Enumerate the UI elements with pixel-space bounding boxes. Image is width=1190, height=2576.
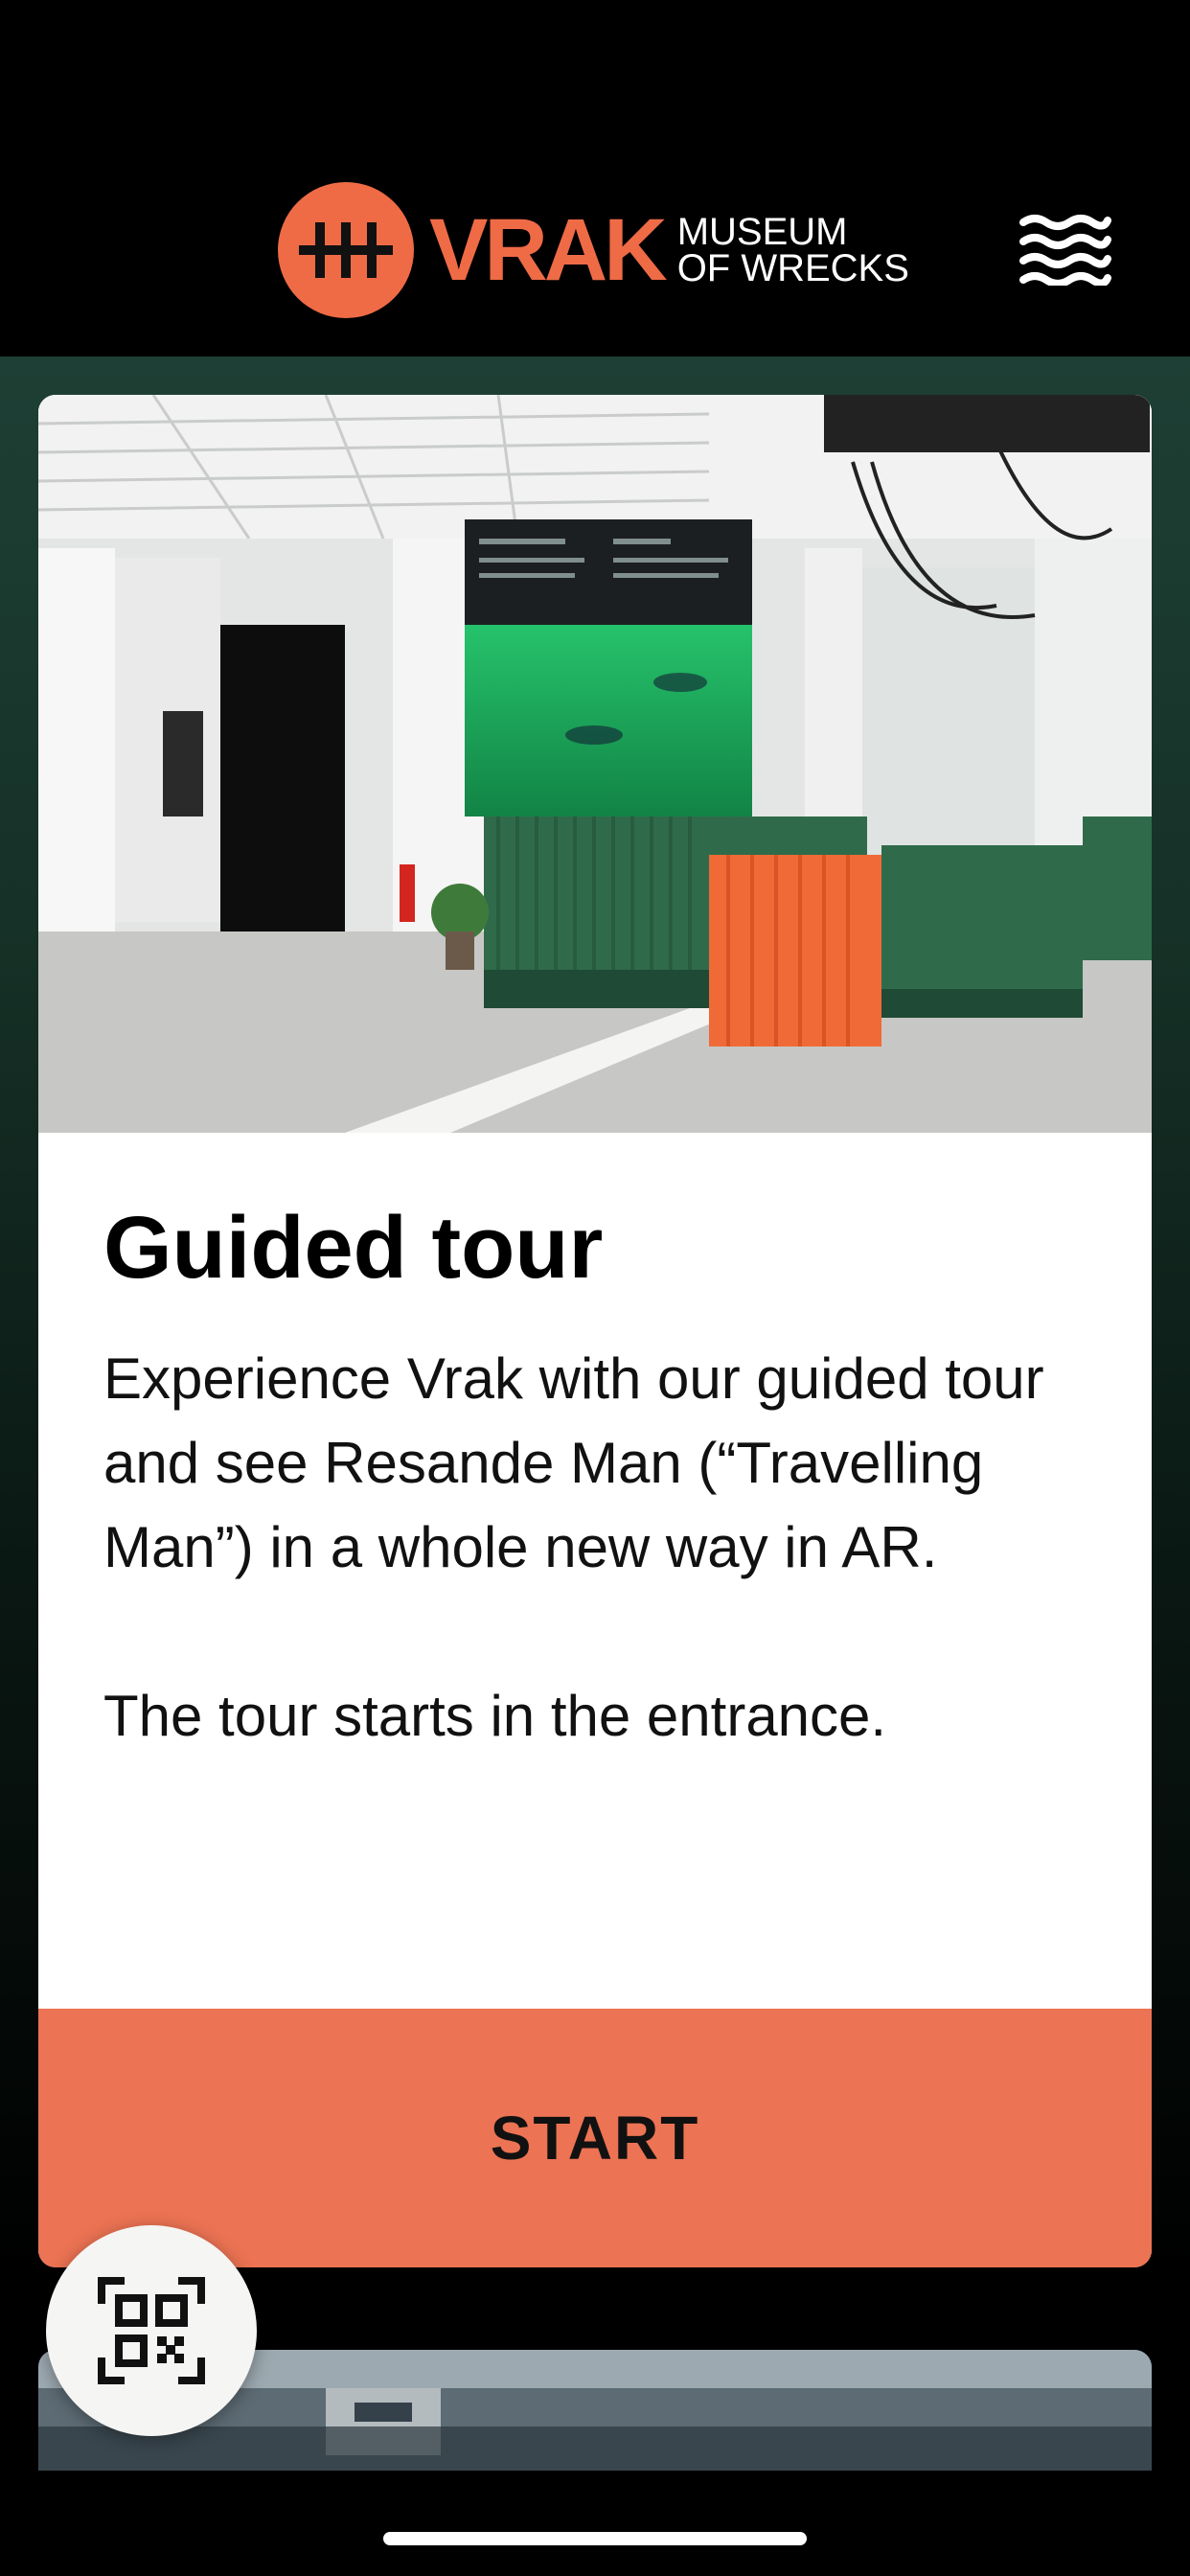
logo-wordmark: VRAK [429,201,668,299]
card-body: Guided tour Experience Vrak with our gui… [103,1199,1100,1759]
card-title: Guided tour [103,1199,604,1297]
home-indicator[interactable] [383,2532,807,2545]
logo-subtitle-line2: OF WRECKS [676,247,909,289]
app-screen: VRAK MUSEUM OF WRECKS Guided tour Experi… [0,0,1190,2576]
card-description: Experience Vrak with our guided tour and… [103,1337,1100,1759]
vrak-logo[interactable]: VRAK MUSEUM OF WRECKS [278,182,909,318]
logo-subtitle: MUSEUM OF WRECKS [676,211,909,289]
waves-menu-icon [1019,215,1111,288]
menu-button[interactable] [1019,213,1111,288]
guided-tour-card: Guided tour Experience Vrak with our gui… [38,395,1152,2267]
qr-scan-button[interactable] [46,2225,257,2436]
qr-code-icon [98,2277,205,2384]
bottom-safe-area [0,2471,1190,2576]
logo-mark-icon [278,182,414,318]
app-header: VRAK MUSEUM OF WRECKS [0,0,1190,356]
start-button[interactable]: START [38,2009,1152,2267]
logo-subtitle-line1: MUSEUM [676,211,848,253]
museum-lobby-photo [38,395,1152,1133]
card-description-paragraph-1: Experience Vrak with our guided tour and… [103,1346,1044,1580]
card-description-paragraph-2: The tour starts in the entrance. [103,1684,887,1749]
